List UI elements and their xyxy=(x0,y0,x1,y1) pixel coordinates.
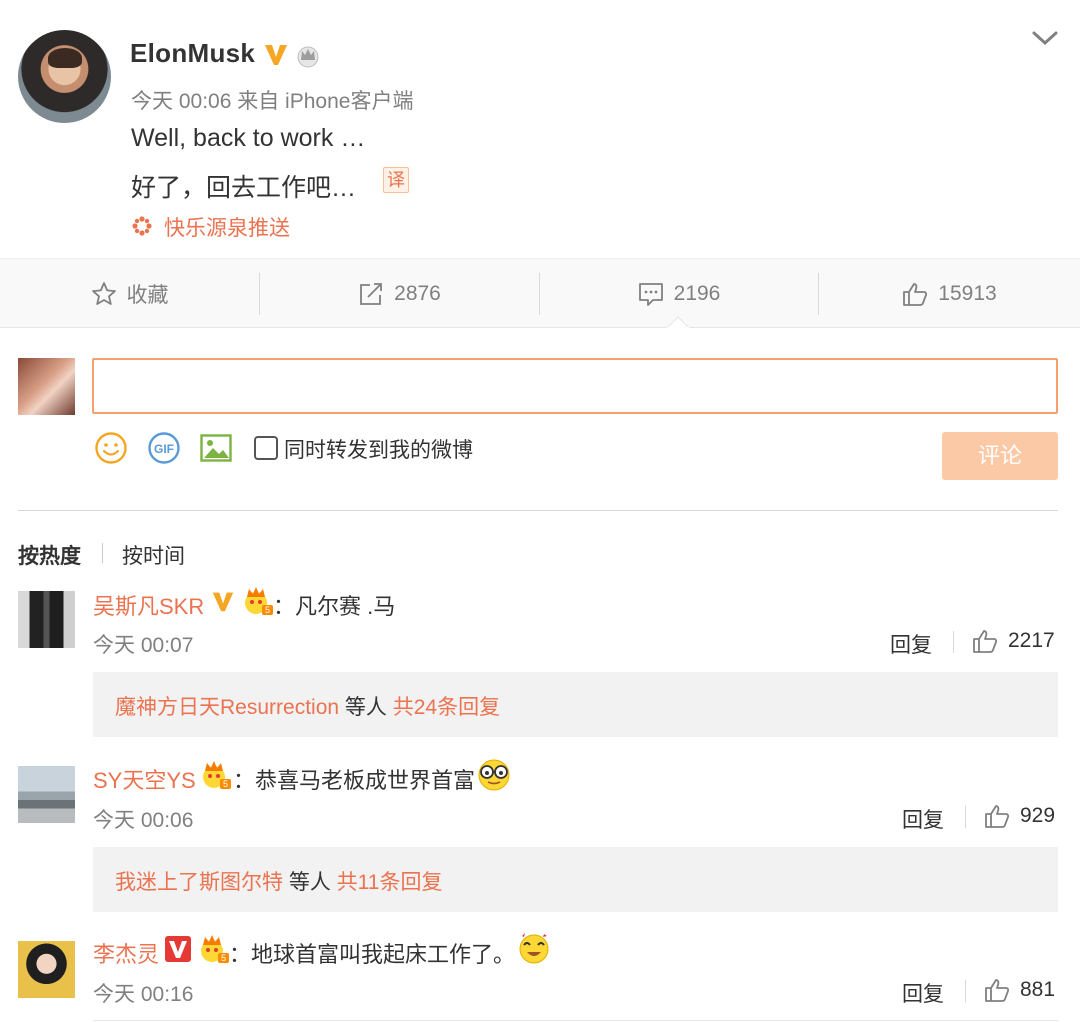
comment-count: 2196 xyxy=(673,282,721,305)
commenter-name[interactable]: SY天空YS xyxy=(93,763,196,795)
sub-reply-total[interactable]: 共24条回复 xyxy=(393,696,500,719)
comment-time: 今天 00:06 xyxy=(93,809,194,832)
verified-v-icon xyxy=(212,592,234,612)
favorite-button[interactable]: 收藏 xyxy=(0,259,259,329)
crown-icon xyxy=(297,46,319,68)
sort-by-time[interactable]: 按时间 xyxy=(122,540,185,570)
post-meta: 今天 00:06 来自 iPhone客户端 xyxy=(131,90,414,113)
repost-icon xyxy=(360,283,383,305)
smiley-icon[interactable] xyxy=(94,431,128,465)
reply-button[interactable]: 回复 xyxy=(902,804,944,834)
sort-by-hot[interactable]: 按热度 xyxy=(18,540,81,570)
post-source[interactable]: 快乐源泉推送 xyxy=(164,212,290,242)
chevron-down-icon[interactable] xyxy=(1030,26,1060,50)
comment-time: 今天 00:07 xyxy=(93,634,194,657)
verified-v-icon xyxy=(265,45,287,65)
reply-divider xyxy=(965,806,966,828)
translate-icon[interactable]: 译 xyxy=(383,167,409,193)
thumbs-up-icon[interactable] xyxy=(971,628,999,654)
comment-text: ：恭喜马老板成世界首富 xyxy=(233,768,476,793)
author-avatar[interactable] xyxy=(18,30,111,123)
comment-text: ：凡尔赛 .马 xyxy=(273,594,396,619)
commenter-avatar[interactable] xyxy=(18,941,75,998)
thumbs-up-icon[interactable] xyxy=(983,977,1011,1003)
reply-button[interactable]: 回复 xyxy=(902,978,944,1008)
crown-icon: 5 xyxy=(203,761,231,789)
svg-text:5: 5 xyxy=(221,953,226,963)
comment-like-count: 881 xyxy=(1020,978,1056,1001)
sub-replies-box[interactable]: 我迷上了斯图尔特 等人 共11条回复 xyxy=(93,847,1058,912)
list-divider xyxy=(93,1020,1058,1021)
like-count: 15913 xyxy=(938,282,997,305)
weibo-post: ElonMusk 今天 00:06 来自 iPhone客户端 Well, bac… xyxy=(0,0,1080,258)
author-name[interactable]: ElonMusk xyxy=(130,38,255,69)
image-icon[interactable] xyxy=(199,431,233,465)
svg-text:GIF: GIF xyxy=(154,442,174,456)
repost-checkbox[interactable] xyxy=(254,436,278,460)
current-user-avatar xyxy=(18,358,75,415)
sub-reply-mid: 等人 xyxy=(339,696,393,719)
comment-like-count: 2217 xyxy=(1008,629,1055,652)
comment-text: ：地球首富叫我起床工作了。 xyxy=(229,942,516,967)
comment-time: 今天 00:16 xyxy=(93,983,194,1006)
svg-text:5: 5 xyxy=(265,605,270,615)
reply-divider xyxy=(953,631,954,653)
dizzy-emoji-icon xyxy=(519,933,549,964)
post-text-zh: 好了，回去工作吧… xyxy=(131,174,357,202)
crown-icon: 5 xyxy=(201,935,229,963)
like-button[interactable]: 15913 xyxy=(819,259,1080,329)
gif-icon[interactable]: GIF xyxy=(147,431,181,465)
commenter-name[interactable]: 李杰灵 xyxy=(93,937,159,969)
repost-count: 2876 xyxy=(394,282,441,305)
commenter-name[interactable]: 吴斯凡SKR xyxy=(93,589,204,621)
post-text-en: Well, back to work … xyxy=(131,124,366,152)
submit-comment-button[interactable]: 评论 xyxy=(942,432,1058,480)
flower-icon xyxy=(132,216,152,236)
reply-button[interactable]: 回复 xyxy=(890,629,932,659)
tab-pointer xyxy=(667,316,689,328)
sub-reply-mid: 等人 xyxy=(283,871,337,894)
sub-reply-total[interactable]: 共11条回复 xyxy=(337,871,443,894)
comment-input[interactable] xyxy=(92,358,1058,414)
favorite-label: 收藏 xyxy=(126,284,169,307)
reply-divider xyxy=(965,980,966,1002)
sub-reply-user[interactable]: 我迷上了斯图尔特 xyxy=(115,871,283,894)
thumbs-up-icon[interactable] xyxy=(983,803,1011,829)
star-icon xyxy=(91,282,116,305)
commenter-avatar[interactable] xyxy=(18,591,75,648)
verified-v-icon xyxy=(165,936,191,962)
sub-replies-summary: 我迷上了斯图尔特 等人 共11条回复 xyxy=(115,866,442,896)
comment-icon xyxy=(638,283,663,306)
post-action-bar: 收藏 2876 2196 15913 xyxy=(0,258,1080,328)
section-divider xyxy=(18,510,1058,511)
repost-button[interactable]: 2876 xyxy=(260,259,539,329)
sub-replies-summary: 魔神方日天Resurrection 等人 共24条回复 xyxy=(115,691,500,721)
sub-reply-user[interactable]: 魔神方日天Resurrection xyxy=(115,696,339,719)
sub-replies-box[interactable]: 魔神方日天Resurrection 等人 共24条回复 xyxy=(93,672,1058,737)
repost-checkbox-label[interactable]: 同时转发到我的微博 xyxy=(284,434,473,464)
commenter-avatar[interactable] xyxy=(18,766,75,823)
sort-divider xyxy=(102,543,103,563)
glasses-emoji-icon xyxy=(478,759,510,791)
crown-icon: 5 xyxy=(245,587,273,615)
thumbs-up-icon xyxy=(903,283,928,306)
comment-like-count: 929 xyxy=(1020,804,1056,827)
svg-text:5: 5 xyxy=(223,779,228,789)
